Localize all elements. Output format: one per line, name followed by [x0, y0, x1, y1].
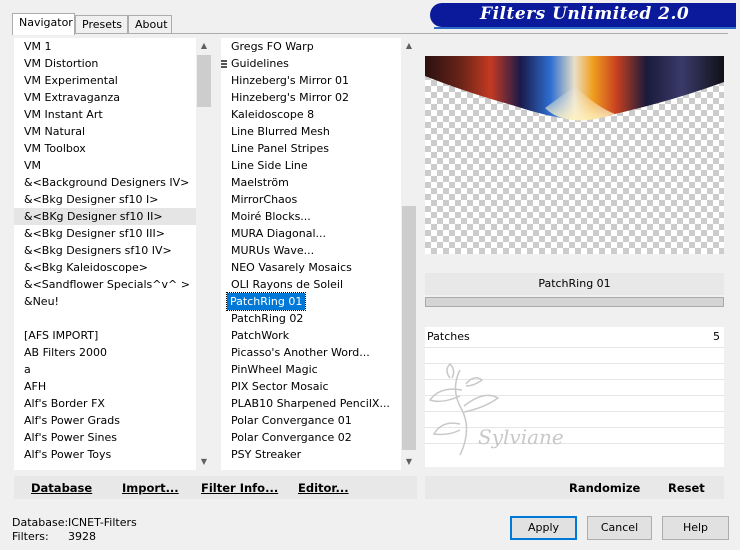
category-list-item[interactable]: VM Extravaganza [14, 89, 196, 106]
randomize-button[interactable]: Randomize [569, 481, 640, 495]
cancel-button[interactable]: Cancel [587, 516, 652, 540]
watermark-text: Sylviane [478, 425, 564, 449]
filter-list-item[interactable]: Picasso's Another Word... [221, 344, 401, 361]
database-info-value: ICNET-Filters [68, 516, 137, 529]
filter-list-item[interactable]: NEO Vasarely Mosaics [221, 259, 401, 276]
tab-presets[interactable]: Presets [75, 15, 128, 34]
filter-list-item[interactable]: Line Panel Stripes [221, 140, 401, 157]
filter-list-item[interactable]: Polar Convergance 01 [221, 412, 401, 429]
category-list-item[interactable]: VM Distortion [14, 55, 196, 72]
watermark-logo: Sylviane [420, 360, 580, 470]
filter-list-item[interactable]: Hinzeberg's Mirror 02 [221, 89, 401, 106]
filters-count-value: 3928 [68, 530, 96, 543]
tab-about[interactable]: About [128, 15, 172, 34]
filter-list-item[interactable]: OLI Rayons de Soleil [221, 276, 401, 293]
param-value-patches[interactable]: 5 [713, 330, 720, 343]
filters-count-label: Filters: [12, 530, 49, 543]
category-list-item[interactable]: &<BKg Designer sf10 II> [14, 208, 196, 225]
filter-list-item[interactable]: PatchRing 02 [221, 310, 401, 327]
scroll-up-icon[interactable]: ▲ [196, 38, 212, 54]
filter-info-button[interactable]: Filter Info... [201, 481, 278, 495]
apply-button[interactable]: Apply [510, 516, 577, 540]
grip-icon [221, 60, 227, 70]
category-list-item[interactable]: &<Bkg Designer sf10 III> [14, 225, 196, 242]
help-button[interactable]: Help [662, 516, 729, 540]
filter-list-item[interactable]: Gregs FO Warp [221, 38, 401, 55]
database-label: Database [31, 481, 93, 495]
category-scrollbar[interactable]: ▲ ▼ [196, 38, 212, 470]
import-button[interactable]: Import... [122, 481, 179, 495]
category-list-item[interactable]: VM Experimental [14, 72, 196, 89]
filter-info-label: Filter Info... [201, 481, 279, 495]
filter-progress-bar [425, 297, 724, 307]
filter-list-item[interactable]: MURA Diagonal... [221, 225, 401, 242]
scroll-thumb[interactable] [402, 206, 416, 450]
category-list-item[interactable]: VM Toolbox [14, 140, 196, 157]
editor-button[interactable]: Editor... [298, 481, 349, 495]
category-list-item[interactable]: Alf's Power Toys [14, 446, 196, 463]
scroll-down-icon[interactable]: ▼ [401, 454, 417, 470]
category-list-item[interactable]: [AFS IMPORT] [14, 327, 196, 344]
reset-label: Reset [668, 481, 705, 495]
category-list-item[interactable]: &<Bkg Designer sf10 I> [14, 191, 196, 208]
scroll-thumb[interactable] [197, 55, 211, 107]
category-list-item[interactable]: Alf's Border FX [14, 395, 196, 412]
filter-list-item[interactable]: PSY Streaker [221, 446, 401, 463]
filter-list-item[interactable]: PinWheel Magic [221, 361, 401, 378]
filter-list-item[interactable]: Maelström [221, 174, 401, 191]
category-list-item[interactable]: Alf's Power Sines [14, 429, 196, 446]
category-list-item[interactable]: VM Instant Art [14, 106, 196, 123]
tab-navigator[interactable]: Navigator [12, 13, 75, 35]
reset-button[interactable]: Reset [668, 481, 705, 495]
filter-list[interactable]: Gregs FO Warp Guidelines Hinzeberg's Mirro… [221, 38, 401, 470]
filter-list-item[interactable]: PIX Sector Mosaic [221, 378, 401, 395]
tab-divider [12, 33, 728, 34]
filter-list-item[interactable]: Moiré Blocks... [221, 208, 401, 225]
category-list-item[interactable]: AFH [14, 378, 196, 395]
category-list-item[interactable]: &<Bkg Kaleidoscope> [14, 259, 196, 276]
scroll-up-icon[interactable]: ▲ [401, 38, 417, 54]
import-label: Import... [122, 481, 179, 495]
category-list-item[interactable] [14, 310, 196, 327]
param-label-patches: Patches [427, 330, 470, 343]
filter-list-item[interactable]: PatchWork [221, 327, 401, 344]
filter-list-item[interactable]: MirrorChaos [221, 191, 401, 208]
category-list-item[interactable]: VM 1 [14, 38, 196, 55]
filter-list-item[interactable]: Kaleidoscope 8 [221, 106, 401, 123]
category-list-item[interactable]: &Neu! [14, 293, 196, 310]
filter-list-item[interactable]: PatchRing 01 [221, 292, 401, 311]
filter-list-item[interactable]: Polar Convergance 02 [221, 429, 401, 446]
filter-list-item[interactable]: Hinzeberg's Mirror 01 [221, 72, 401, 89]
filter-scrollbar[interactable]: ▲ ▼ [401, 38, 417, 470]
param-divider [425, 347, 724, 348]
filter-list-item[interactable]: PLAB10 Sharpened PencilX... [221, 395, 401, 412]
banner-underline [434, 27, 736, 29]
category-list-item[interactable]: Alf's Power Grads [14, 412, 196, 429]
filter-list-item[interactable]: Guidelines [221, 55, 401, 72]
filter-list-item[interactable]: Line Side Line [221, 157, 401, 174]
category-list-item[interactable]: a [14, 361, 196, 378]
category-list-item[interactable]: VM [14, 157, 196, 174]
database-button[interactable]: Database [31, 481, 92, 495]
filter-list-item[interactable]: MURUs Wave... [221, 242, 401, 259]
banner-title: Filters Unlimited 2.0 [480, 4, 690, 24]
filter-list-item[interactable]: PatchRing 01 [225, 292, 307, 311]
category-list-item[interactable]: &<Background Designers IV> [14, 174, 196, 191]
category-list-item[interactable]: &<Bkg Designers sf10 IV> [14, 242, 196, 259]
scroll-down-icon[interactable]: ▼ [196, 454, 212, 470]
filter-preview [425, 56, 724, 254]
filter-list-item[interactable]: Line Blurred Mesh [221, 123, 401, 140]
category-list-item[interactable]: AB Filters 2000 [14, 344, 196, 361]
category-list[interactable]: VM 1 VM Distortion VM Experimental VM Extra… [14, 38, 196, 470]
filter-name-label: PatchRing 01 [425, 273, 724, 295]
database-info-label: Database: [12, 516, 69, 529]
category-list-item[interactable]: &<Sandflower Specials^v^ > [14, 276, 196, 293]
category-list-item[interactable]: VM Natural [14, 123, 196, 140]
randomize-label: Randomize [569, 481, 641, 495]
editor-label: Editor... [298, 481, 349, 495]
